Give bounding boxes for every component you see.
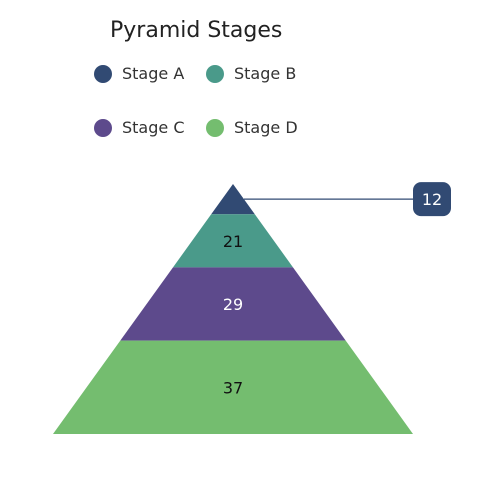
pyramid-plot: 12 21 29 37 xyxy=(53,182,451,434)
data-label-stage-c: 29 xyxy=(223,295,243,314)
data-label-stage-d: 37 xyxy=(223,378,243,397)
pyramid-chart: Pyramid Stages Stage A Stage B Stage C S… xyxy=(0,0,496,478)
data-label-stage-a: 12 xyxy=(422,190,442,209)
data-label-stage-b: 21 xyxy=(223,232,243,251)
